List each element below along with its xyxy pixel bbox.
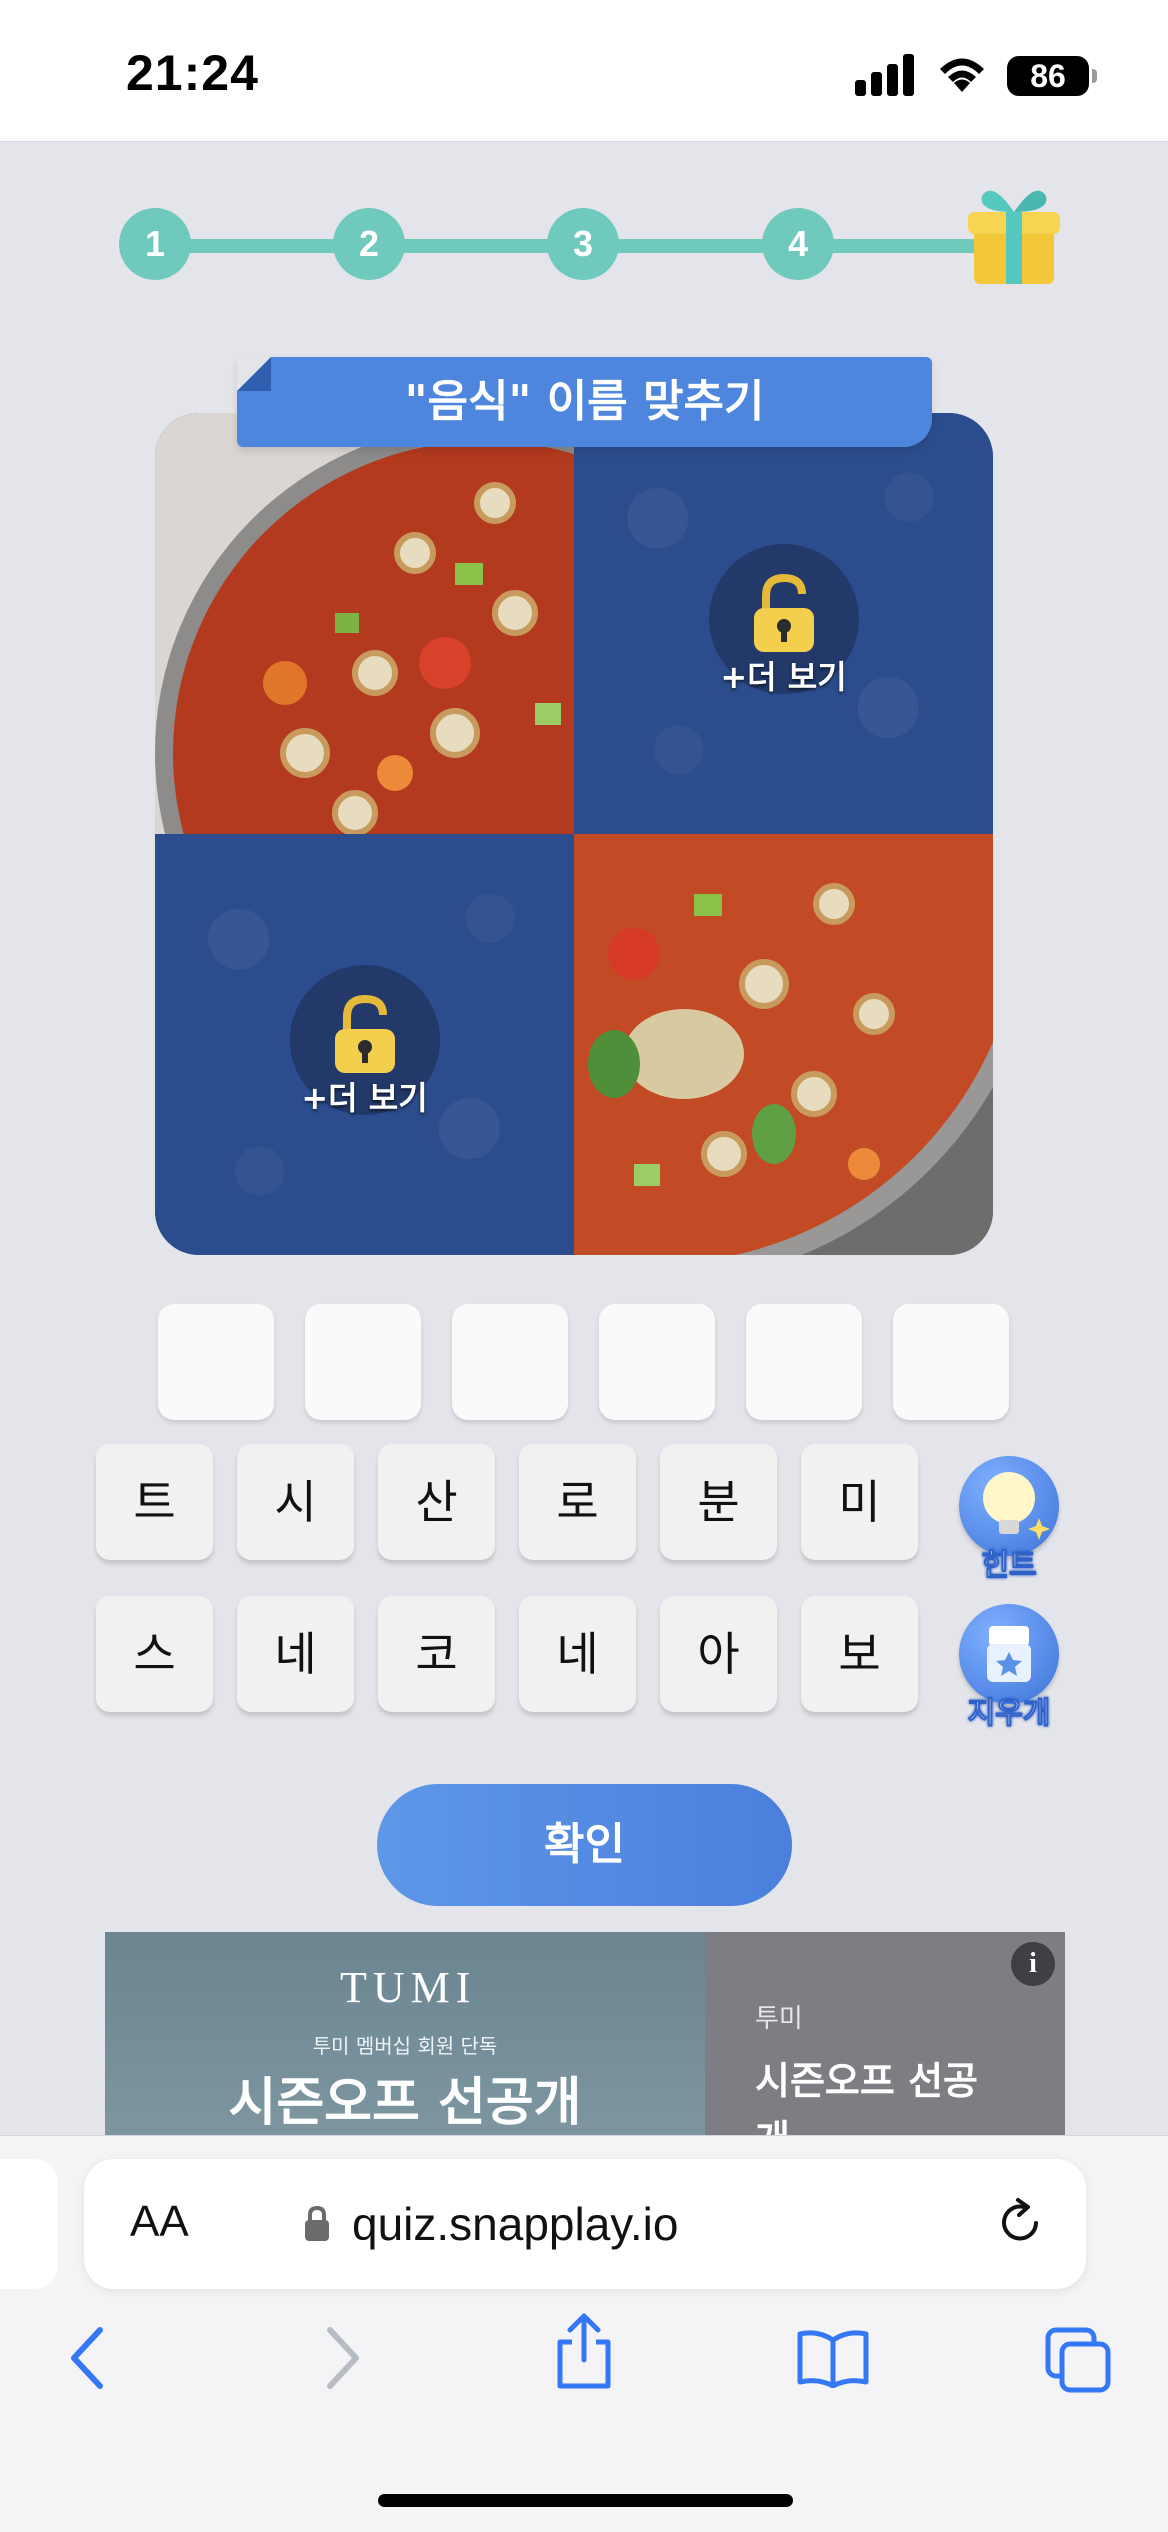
answer-slot[interactable] [746,1304,862,1420]
reload-icon[interactable] [996,2197,1046,2249]
battery-indicator: 86 [1007,56,1097,96]
food-photo-bottom-right [574,834,993,1255]
share-icon[interactable] [552,2312,616,2392]
letter-key[interactable]: 분 [660,1444,777,1560]
text-size-button[interactable]: AA [130,2197,189,2247]
back-icon[interactable] [64,2326,114,2390]
letter-key[interactable]: 산 [378,1444,495,1560]
forward-icon[interactable] [316,2326,366,2390]
cellular-signal-icon [855,54,915,96]
unlock-button[interactable]: +더 보기 [289,964,440,1125]
hint-button[interactable]: 힌트 [944,1456,1074,1596]
progress-step-3: 3 [547,208,619,280]
ad-text-panel[interactable]: 투미 시즌오프 선공개 i [705,1932,1065,2137]
answer-slot[interactable] [599,1304,715,1420]
ad-brand: 투미 [755,2004,803,2034]
unlock-icon [753,573,814,652]
answer-slot[interactable] [158,1304,274,1420]
unlock-icon [334,994,395,1073]
previous-tab-preview[interactable] [0,2159,58,2289]
ad-logo: TUMI [340,1963,477,2012]
unlock-button[interactable]: +더 보기 [708,543,859,704]
locked-tile-bottom-left[interactable]: +더 보기 [155,834,574,1255]
letter-key[interactable]: 코 [378,1596,495,1712]
letter-key[interactable]: 미 [801,1444,918,1560]
ad-subtitle: 투미 멤버십 회원 단독 [312,2034,498,2058]
ad-banner[interactable]: TUMI 투미 멤버십 회원 단독 시즌오프 선공개 투미 시즌오프 선공개 i [105,1932,1065,2137]
wifi-icon [940,58,984,92]
answer-slot[interactable] [893,1304,1009,1420]
letter-key[interactable]: 보 [801,1596,918,1712]
food-photo-top-left [155,413,574,834]
ad-headline: 시즌오프 선공개 [228,2073,582,2133]
browser-toolbar: AA quiz.snapplay.io [0,2135,1168,2532]
tabs-icon[interactable] [1044,2326,1114,2394]
eraser-label: 지우개 [967,1696,1051,1732]
image-grid: +더 보기 +더 보기 [155,413,993,1255]
status-bar: 21:24 86 [0,0,1168,142]
status-time: 21:24 [126,45,259,101]
progress-step-1: 1 [119,208,191,280]
letter-key[interactable]: 로 [519,1444,636,1560]
unlock-label: +더 보기 [720,657,847,696]
lock-icon [305,2205,329,2241]
letter-key[interactable]: 트 [96,1444,213,1560]
letter-key[interactable]: 스 [96,1596,213,1712]
letter-key[interactable]: 네 [519,1596,636,1712]
hint-label: 힌트 [981,1548,1037,1584]
bookmarks-icon[interactable] [796,2328,870,2388]
letter-key[interactable]: 네 [237,1596,354,1712]
home-indicator [378,2494,793,2507]
answer-slot[interactable] [305,1304,421,1420]
letter-key[interactable]: 시 [237,1444,354,1560]
progress-step-4: 4 [762,208,834,280]
gift-icon [968,190,1060,284]
ad-side-headline: 시즌오프 선공개 [755,2059,978,2137]
unlock-label: +더 보기 [301,1078,428,1117]
ad-info-icon[interactable]: i [1011,1942,1055,1986]
confirm-button[interactable]: 확인 [377,1784,792,1906]
locked-tile-top-right[interactable]: +더 보기 [574,413,993,834]
progress-step-2: 2 [333,208,405,280]
text-size-label: AA [130,2197,189,2246]
url-text[interactable]: quiz.snapplay.io [352,2197,678,2251]
ad-image[interactable]: TUMI 투미 멤버십 회원 단독 시즌오프 선공개 [105,1932,705,2137]
eraser-button[interactable]: 지우개 [944,1604,1074,1744]
quiz-title-banner: "음식" 이름 맞추기 [237,357,932,447]
letter-key[interactable]: 아 [660,1596,777,1712]
address-bar[interactable]: AA quiz.snapplay.io [84,2159,1086,2289]
answer-slot[interactable] [452,1304,568,1420]
progress-tracker: 1 2 3 4 [0,142,1168,342]
